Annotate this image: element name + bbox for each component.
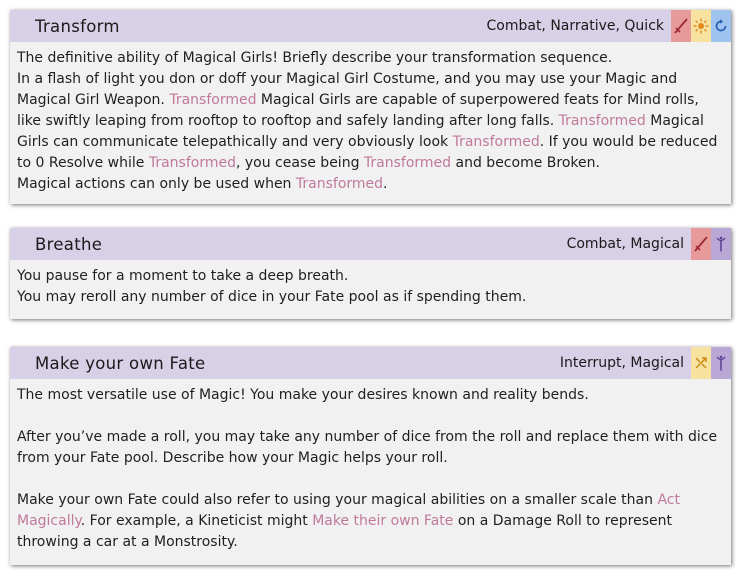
- body-paragraph: After you’ve made a roll, you may take a…: [17, 429, 718, 466]
- crossed-arrows-icon: [691, 347, 711, 379]
- body-text: and become Broken.: [455, 155, 600, 171]
- ability-card-breathe: Breathe Combat, Magical You pause for a …: [10, 228, 731, 319]
- body-text: Magical actions can only be used when: [17, 176, 292, 192]
- body-paragraph: The most versatile use of Magic! You mak…: [17, 387, 589, 403]
- keyword-link[interactable]: Transformed: [364, 155, 451, 171]
- card-body: The most versatile use of Magic! You mak…: [10, 379, 731, 553]
- body-text: , you cease being: [235, 155, 360, 171]
- body-text: . For example, a Kineticist might: [80, 513, 308, 529]
- body-paragraph: In a flash of light you don or doff your…: [17, 69, 724, 174]
- body-line: You pause for a moment to take a deep br…: [17, 268, 349, 284]
- keyword-link[interactable]: Transformed: [296, 176, 383, 192]
- body-line: Magical actions can only be used when Tr…: [17, 174, 724, 195]
- card-title: Transform: [35, 16, 120, 36]
- body-text: .: [383, 176, 388, 192]
- body-text: Make your own Fate could also refer to u…: [17, 492, 653, 508]
- wand-icon: [711, 228, 731, 260]
- card-tags: Combat, Magical: [566, 236, 684, 252]
- keyword-link[interactable]: Transformed: [149, 155, 236, 171]
- keyword-link[interactable]: Make their own Fate: [312, 513, 453, 529]
- card-body: The definitive ability of Magical Girls!…: [10, 42, 731, 195]
- card-header: Breathe Combat, Magical: [10, 228, 731, 260]
- keyword-link[interactable]: Transformed: [559, 113, 646, 129]
- refresh-icon: [711, 10, 731, 42]
- ability-card-transform: Transform Combat, Narrative, Quick The d…: [10, 10, 731, 204]
- keyword-link[interactable]: Transformed: [453, 134, 540, 150]
- body-line: You may reroll any number of dice in you…: [17, 289, 527, 305]
- card-title: Breathe: [35, 234, 103, 254]
- card-body: You pause for a moment to take a deep br…: [10, 260, 731, 308]
- wand-icon: [711, 347, 731, 379]
- card-header: Make your own Fate Interrupt, Magical: [10, 347, 731, 379]
- sword-icon: [671, 10, 691, 42]
- card-title: Make your own Fate: [35, 353, 206, 373]
- sun-icon: [691, 10, 711, 42]
- card-tags: Combat, Narrative, Quick: [486, 18, 665, 34]
- body-line: The definitive ability of Magical Girls!…: [17, 50, 613, 66]
- body-paragraph: Make your own Fate could also refer to u…: [17, 490, 724, 553]
- card-header: Transform Combat, Narrative, Quick: [10, 10, 731, 42]
- card-tags: Interrupt, Magical: [559, 355, 684, 371]
- keyword-link[interactable]: Transformed: [169, 92, 256, 108]
- sword-icon: [691, 228, 711, 260]
- ability-card-make-your-own-fate: Make your own Fate Interrupt, Magical Th…: [10, 347, 731, 565]
